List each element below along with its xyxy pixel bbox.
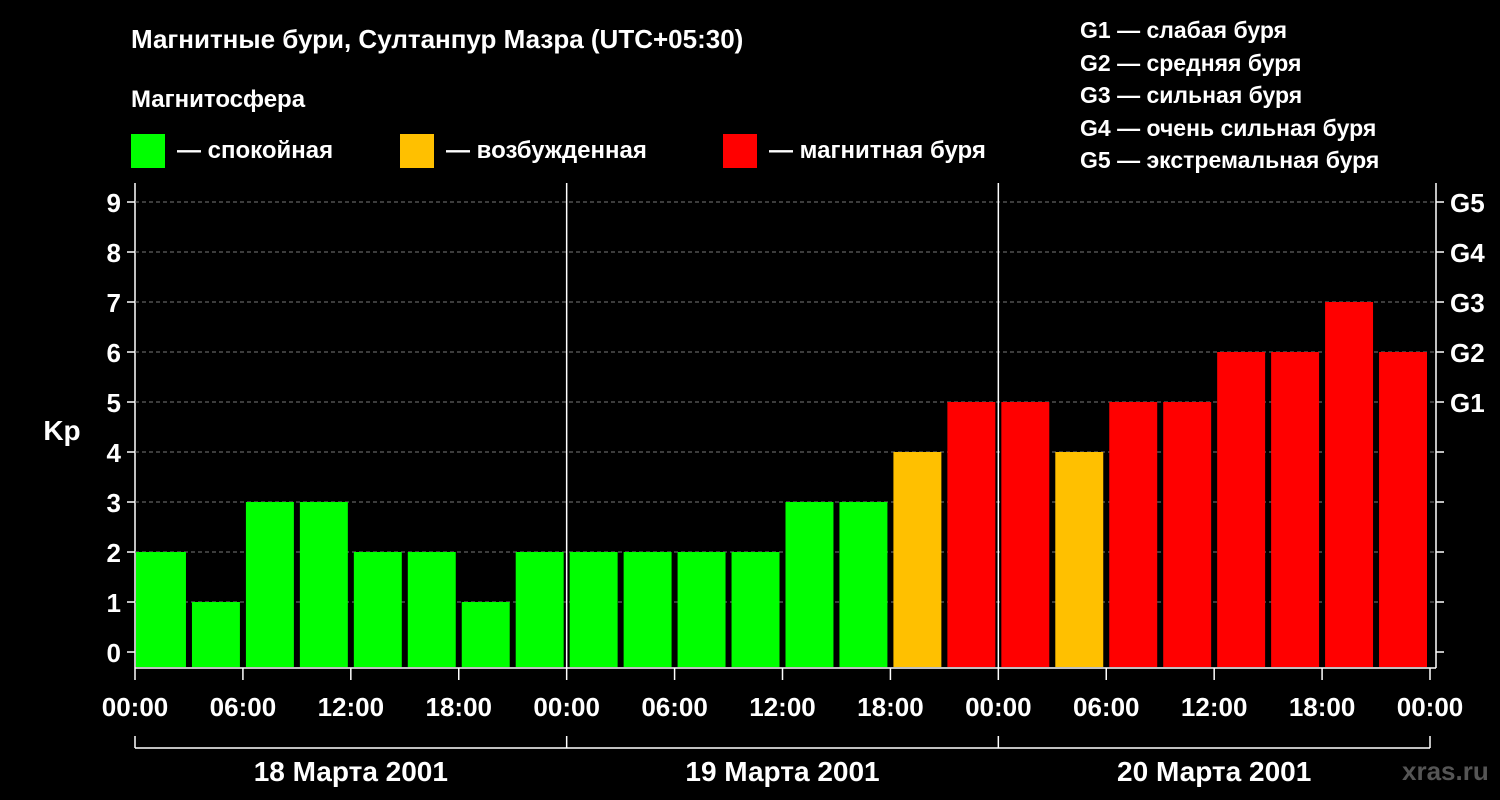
bar-16 <box>1001 402 1050 667</box>
y-tick-label-8: 8 <box>107 238 121 268</box>
bar-2 <box>245 502 294 667</box>
bar-11 <box>731 552 780 667</box>
x-tick-label-2: 12:00 <box>318 692 385 722</box>
bar-7 <box>515 552 564 667</box>
bar-0 <box>136 552 186 667</box>
g-tick-label-g3: G3 <box>1450 288 1485 318</box>
bar-18 <box>1109 402 1158 667</box>
x-tick-label-10: 12:00 <box>1181 692 1248 722</box>
y-tick-label-6: 6 <box>107 338 121 368</box>
bar-5 <box>407 552 456 667</box>
x-tick-label-4: 00:00 <box>533 692 600 722</box>
day-label-0: 18 Марта 2001 <box>254 756 448 787</box>
bar-9 <box>623 552 672 667</box>
day-label-1: 19 Марта 2001 <box>685 756 879 787</box>
x-tick-label-11: 18:00 <box>1289 692 1356 722</box>
bar-19 <box>1163 402 1212 667</box>
x-tick-label-7: 18:00 <box>857 692 924 722</box>
x-tick-label-3: 18:00 <box>426 692 493 722</box>
bar-12 <box>785 502 834 667</box>
y-tick-label-2: 2 <box>107 538 121 568</box>
x-tick-label-12: 00:00 <box>1397 692 1464 722</box>
day-label-2: 20 Марта 2001 <box>1117 756 1311 787</box>
bar-13 <box>839 502 888 667</box>
bar-4 <box>353 552 402 667</box>
y-tick-label-3: 3 <box>107 488 121 518</box>
g-tick-label-g4: G4 <box>1450 238 1485 268</box>
g-tick-label-g1: G1 <box>1450 388 1485 418</box>
kp-bar-chart: 0 1 2 3 4 5 6 7 8 9 G1 G2 G3 G4 G5 Kp 00:00 06:00 12:00 18:… <box>43 183 1485 787</box>
x-tick-label-8: 00:00 <box>965 692 1032 722</box>
y-axis-label: Kp <box>43 415 80 446</box>
g-tick-label-g2: G2 <box>1450 338 1485 368</box>
y-tick-label-1: 1 <box>107 588 121 618</box>
bar-1 <box>191 602 240 667</box>
y-tick-label-0: 0 <box>107 638 121 668</box>
bar-17 <box>1055 452 1104 667</box>
bar-23 <box>1379 352 1427 667</box>
y-tick-label-7: 7 <box>107 288 121 318</box>
bar-15 <box>947 402 996 667</box>
x-tick-label-9: 06:00 <box>1073 692 1140 722</box>
bar-20 <box>1217 352 1266 667</box>
x-tick-label-5: 06:00 <box>641 692 708 722</box>
bar-6 <box>461 602 510 667</box>
y-tick-label-9: 9 <box>107 188 121 218</box>
bar-21 <box>1271 352 1320 667</box>
bar-3 <box>299 502 348 667</box>
bar-14 <box>893 452 942 667</box>
bar-8 <box>569 552 618 667</box>
bar-22 <box>1325 302 1374 667</box>
y-tick-label-4: 4 <box>107 438 122 468</box>
x-tick-label-1: 06:00 <box>210 692 277 722</box>
x-tick-label-6: 12:00 <box>749 692 816 722</box>
g-tick-label-g5: G5 <box>1450 188 1485 218</box>
bar-10 <box>677 552 726 667</box>
x-tick-label-0: 00:00 <box>102 692 169 722</box>
y-tick-label-5: 5 <box>107 388 121 418</box>
watermark: xras.ru <box>1402 756 1489 786</box>
